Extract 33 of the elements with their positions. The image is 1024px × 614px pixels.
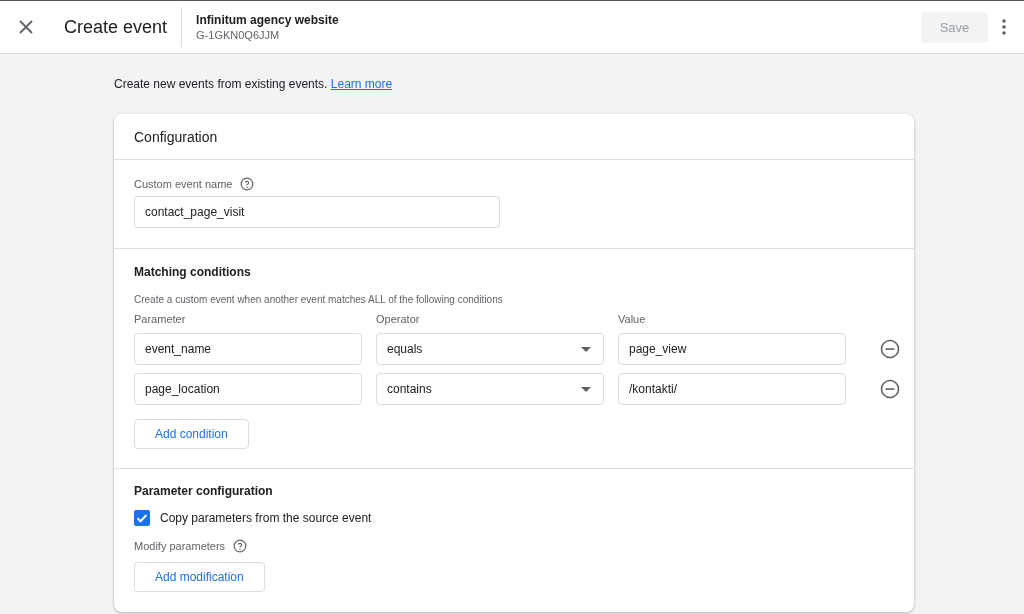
dropdown-arrow-icon <box>581 386 591 392</box>
checkbox[interactable] <box>134 510 150 526</box>
column-label: Parameter <box>134 313 187 325</box>
checkbox-label: Copy parameters from the source event <box>160 511 372 525</box>
custom-event-name-field[interactable]: contact_page_visit <box>134 196 500 228</box>
add-modification-button[interactable]: Add modification <box>134 562 265 592</box>
help-icon[interactable] <box>233 539 248 553</box>
column-label: Value <box>618 313 647 325</box>
value-field[interactable]: /kontakti/ <box>618 373 846 405</box>
card-title: Configuration <box>134 128 218 145</box>
more-menu-icon[interactable] <box>1002 19 1006 35</box>
parameter-field[interactable]: page_location <box>134 373 362 405</box>
field-label: Modify parameters <box>134 540 226 552</box>
learn-more-link[interactable]: Learn more <box>330 77 393 91</box>
parameter-field[interactable]: event_name <box>134 333 362 365</box>
intro-text: Create new events from existing events. Learn more <box>114 76 394 92</box>
add-condition-button[interactable]: Add condition <box>134 419 249 449</box>
section-title: Matching conditions <box>134 265 252 279</box>
column-label: Operator <box>376 313 421 325</box>
operator-dropdown[interactable]: equals <box>376 333 604 365</box>
dropdown-arrow-icon <box>581 346 591 352</box>
field-label: Custom event name <box>134 178 233 190</box>
close-icon[interactable] <box>18 19 34 35</box>
remove-icon[interactable] <box>880 379 900 399</box>
property-id: G-1GKN0Q6JJM <box>196 29 281 41</box>
value-field[interactable]: page_view <box>618 333 846 365</box>
help-icon[interactable] <box>240 177 255 191</box>
remove-icon[interactable] <box>880 339 900 359</box>
section-title: Parameter configuration <box>134 484 274 498</box>
section-description: Create a custom event when another event matches ALL of the following conditions <box>134 294 504 305</box>
property-name: Infinitum agency website <box>196 13 339 27</box>
operator-dropdown[interactable]: contains <box>376 373 604 405</box>
page-title: Create event <box>64 7 183 47</box>
